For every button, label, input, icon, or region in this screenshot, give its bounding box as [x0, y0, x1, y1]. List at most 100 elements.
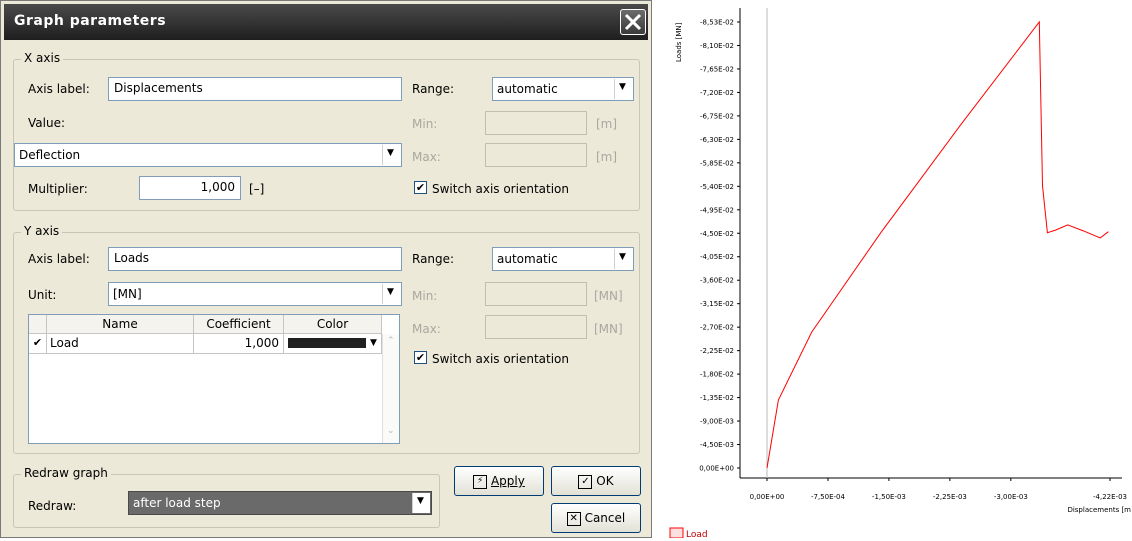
- table-cell-color[interactable]: ▼: [284, 334, 382, 354]
- dropdown-button[interactable]: ▼: [382, 284, 400, 304]
- y-unit-caption: Unit:: [28, 288, 57, 302]
- table-cell-name[interactable]: Load: [47, 334, 194, 354]
- chevron-down-icon: ▼: [619, 82, 626, 92]
- dropdown-button[interactable]: ▼: [614, 249, 632, 269]
- x-max-input[interactable]: [485, 143, 587, 167]
- y-switch-orientation-label[interactable]: Switch axis orientation: [432, 352, 569, 366]
- y-tick-label: -4,05E-02: [700, 253, 734, 261]
- x-tick-label: -7,50E-04: [811, 493, 846, 501]
- y-axis-label-input[interactable]: Loads: [108, 247, 402, 271]
- x-multiplier-input[interactable]: 1,000: [139, 176, 241, 200]
- legend-swatch-load: [669, 527, 684, 539]
- close-icon: [624, 13, 642, 31]
- apply-label: Apply: [490, 474, 525, 488]
- dropdown-button[interactable]: ▼: [614, 79, 632, 99]
- x-axis-legend: X axis: [21, 51, 64, 65]
- dialog-title: Graph parameters: [14, 13, 167, 29]
- x-min-input[interactable]: [485, 111, 587, 135]
- table-header-color[interactable]: Color: [284, 315, 382, 334]
- chevron-down-icon: ▼: [417, 496, 424, 506]
- y-min-caption: Min:: [412, 289, 438, 303]
- y-tick-label: -9,00E-03: [700, 418, 734, 426]
- scroll-up-icon[interactable]: ⌃: [387, 336, 395, 346]
- legend-label-load: Load: [686, 530, 708, 538]
- x-tick-label: -3,00E-03: [994, 493, 1028, 501]
- scroll-down-icon[interactable]: ⌄: [387, 426, 395, 436]
- y-unit-selected: [MN]: [113, 287, 142, 301]
- graph-parameters-dialog: Graph parameters X axis Axis label: Disp…: [0, 0, 652, 538]
- y-min-unit: [MN]: [594, 289, 623, 303]
- graph-panel: -8,53E-02 -8,10E-02 -7,65E-02 -7,20E-02 -6,7…: [662, 0, 1132, 540]
- y-tick-label: 0,00E+00: [699, 465, 734, 473]
- y-range-selected: automatic: [497, 252, 558, 266]
- redraw-select[interactable]: after load step ▼: [128, 491, 432, 515]
- x-switch-orientation-checkbox[interactable]: ✔: [414, 181, 427, 194]
- redraw-legend: Redraw graph: [21, 466, 111, 480]
- y-tick-label: -8,53E-02: [700, 19, 734, 27]
- table-cell-coefficient[interactable]: 1,000: [194, 334, 284, 354]
- x-switch-orientation-label[interactable]: Switch axis orientation: [432, 182, 569, 196]
- y-axis-legend: Y axis: [21, 224, 63, 238]
- x-axis-value-caption: Value:: [28, 116, 65, 130]
- redraw-selected: after load step: [133, 496, 221, 510]
- y-tick-label: -7,65E-02: [700, 65, 734, 73]
- table-header-coefficient[interactable]: Coefficient: [194, 315, 284, 334]
- chevron-down-icon[interactable]: ▼: [370, 334, 377, 352]
- dropdown-button[interactable]: ▼: [382, 145, 400, 165]
- y-tick-label: -3,15E-02: [700, 300, 734, 308]
- dropdown-button[interactable]: ▼: [412, 493, 430, 513]
- x-tick-label: -4,22E-03: [1093, 493, 1127, 501]
- y-tick-label: -1,35E-02: [700, 394, 734, 402]
- table-header-check: [29, 315, 47, 334]
- x-axis-value-selected: Deflection: [19, 148, 81, 162]
- x-range-selected: automatic: [497, 82, 558, 96]
- x-max-unit: [m]: [596, 150, 618, 164]
- ok-label: OK: [596, 474, 614, 488]
- close-button[interactable]: [620, 9, 646, 35]
- y-tick-label: -4,95E-02: [700, 206, 734, 214]
- chevron-down-icon: ▼: [619, 252, 626, 262]
- x-range-select[interactable]: automatic ▼: [492, 77, 634, 101]
- y-tick-label: -8,10E-02: [700, 42, 734, 50]
- y-tick-label: -2,70E-02: [700, 324, 734, 332]
- y-switch-orientation-checkbox[interactable]: ✔: [414, 351, 427, 364]
- cancel-label: Cancel: [584, 511, 626, 525]
- redraw-caption: Redraw:: [28, 499, 77, 513]
- y-tick-label: -5,85E-02: [700, 159, 734, 167]
- x-multiplier-caption: Multiplier:: [28, 182, 88, 196]
- chevron-down-icon: ▼: [387, 148, 394, 158]
- color-swatch: [288, 338, 366, 348]
- ok-icon: ✓: [578, 474, 593, 489]
- x-range-caption: Range:: [412, 82, 455, 96]
- y-range-select[interactable]: automatic ▼: [492, 247, 634, 271]
- y-tick-label: -3,60E-02: [700, 277, 734, 285]
- y-range-caption: Range:: [412, 252, 455, 266]
- y-min-input[interactable]: [485, 282, 587, 306]
- x-tick-label: -1,50E-03: [872, 493, 906, 501]
- y-tick-label: -1,80E-02: [700, 371, 734, 379]
- table-scrollbar[interactable]: ⌃ ⌄: [382, 334, 399, 443]
- ok-button[interactable]: ✓ OK: [551, 466, 641, 496]
- x-min-unit: [m]: [596, 117, 618, 131]
- cancel-button[interactable]: ✕ Cancel: [551, 503, 641, 533]
- cancel-icon: ✕: [566, 511, 581, 526]
- y-max-caption: Max:: [412, 322, 441, 336]
- x-axis-value-select[interactable]: Deflection ▼: [14, 143, 402, 167]
- load-displacement-chart: -8,53E-02 -8,10E-02 -7,65E-02 -7,20E-02 -6,7…: [669, 8, 1131, 540]
- y-max-input[interactable]: [485, 315, 587, 339]
- x-axis-label-caption: Axis label:: [28, 82, 90, 96]
- table-row-check[interactable]: ✔: [29, 334, 47, 354]
- x-multiplier-unit: [–]: [249, 182, 265, 196]
- x-axis-title: Displacements [m: [1067, 506, 1131, 514]
- x-axis-label-input[interactable]: Displacements: [108, 77, 402, 101]
- y-unit-select[interactable]: [MN] ▼: [108, 282, 402, 306]
- y-tick-label: -7,20E-02: [700, 89, 734, 97]
- x-min-caption: Min:: [412, 117, 438, 131]
- apply-icon: ⚡: [473, 474, 488, 489]
- table-header-name[interactable]: Name: [47, 315, 194, 334]
- y-tick-label: -4,50E-03: [700, 441, 734, 449]
- x-max-caption: Max:: [412, 150, 441, 164]
- y-tick-label: -4,50E-02: [700, 230, 734, 238]
- dialog-titlebar: Graph parameters: [4, 4, 648, 40]
- apply-button[interactable]: ⚡ Apply: [454, 466, 544, 496]
